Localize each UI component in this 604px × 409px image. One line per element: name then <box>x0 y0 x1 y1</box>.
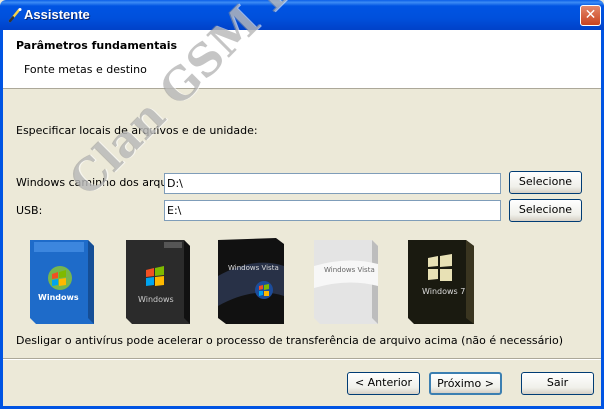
header-title: Parâmetros fundamentais <box>16 39 178 52</box>
back-button[interactable]: < Anterior <box>347 372 420 395</box>
svg-text:Windows 7: Windows 7 <box>422 287 465 296</box>
header-subtitle: Fonte metas e destino <box>24 63 147 76</box>
close-button[interactable]: ✕ <box>580 5 601 26</box>
windows-xp-dark-box: Windows <box>126 240 190 324</box>
title-bar[interactable]: Assistente ✕ <box>0 0 604 30</box>
select-windows-path-button[interactable]: Selecione <box>509 171 582 194</box>
antivirus-note: Desligar o antivírus pode acelerar o pro… <box>16 334 564 347</box>
svg-text:Windows Vista: Windows Vista <box>228 264 279 272</box>
windows-vista-ultimate-box: Windows Vista <box>218 238 284 324</box>
svg-text:Windows Vista: Windows Vista <box>324 266 375 274</box>
svg-text:Windows: Windows <box>138 295 174 304</box>
instruction-text: Especificar locais de arquivos e de unid… <box>16 124 258 137</box>
usb-path-input[interactable]: E:\ <box>164 200 501 221</box>
close-icon: ✕ <box>584 7 597 23</box>
window-title: Assistente <box>24 7 90 22</box>
next-button[interactable]: Próximo > <box>429 372 502 395</box>
wizard-wand-icon <box>8 8 22 23</box>
exit-button[interactable]: Sair <box>521 372 594 395</box>
windows-vista-home-box: Windows Vista <box>314 240 378 324</box>
windows-xp-professional-box: Windows <box>30 240 94 324</box>
os-box-images: Windows Windows Windows Vista Windows Vi… <box>24 236 494 326</box>
svg-text:Windows: Windows <box>38 293 79 302</box>
windows-7-ultimate-box: Windows 7 <box>408 240 474 324</box>
wizard-header: Parâmetros fundamentais Fonte metas e de… <box>3 30 601 89</box>
select-usb-button[interactable]: Selecione <box>509 199 582 222</box>
footer-separator <box>3 358 601 360</box>
usb-label: USB: <box>16 204 43 217</box>
windows-path-input[interactable]: D:\ <box>164 173 501 194</box>
